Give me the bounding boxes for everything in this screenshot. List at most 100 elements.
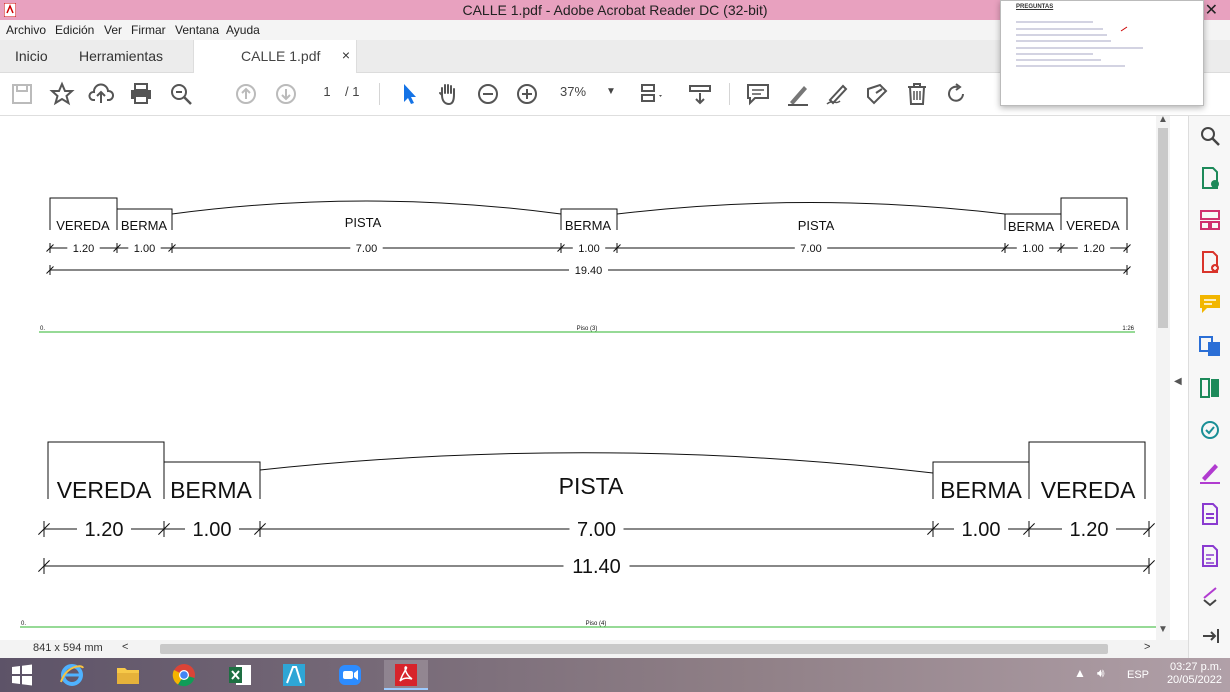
zoom-level-select[interactable]: 37% [560, 84, 586, 99]
scan-enhance-icon[interactable] [1198, 418, 1222, 442]
collapse-panel-icon[interactable] [1198, 624, 1222, 648]
menu-ventana[interactable]: Ventana [175, 23, 219, 37]
road-section-drawing: VEREDA BERMA PISTA BERMA PISTA BERMA VEREDA 1.2… [20, 197, 1160, 628]
internet-explorer-icon[interactable] [50, 660, 94, 690]
fill-sign-icon[interactable] [864, 81, 890, 107]
pista-crown [171, 200, 562, 215]
file-explorer-icon[interactable] [106, 660, 150, 690]
page-total: / 1 [345, 84, 360, 99]
fill-sign-panel-icon[interactable] [1198, 460, 1222, 484]
dimension-label: 1.00 [193, 519, 232, 541]
excel-icon[interactable] [218, 660, 262, 690]
status-bar: 841 x 594 mm < > [0, 640, 1188, 658]
menu-edicion[interactable]: Edición [55, 23, 94, 37]
dimension-label: 7.00 [577, 519, 616, 541]
zoom-search-icon[interactable] [1198, 124, 1222, 148]
bookmark-star-icon[interactable] [49, 81, 75, 107]
hand-tool-icon[interactable] [435, 81, 461, 107]
menu-archivo[interactable]: Archivo [6, 23, 46, 37]
dimension-label: 1.20 [1083, 243, 1104, 255]
search-zoom-icon[interactable] [168, 81, 194, 107]
tab-close-button[interactable]: × [342, 47, 350, 63]
tab-inicio[interactable]: Inicio [15, 48, 48, 64]
level-label: Piso (4) [586, 621, 607, 627]
scroll-thumb[interactable] [1158, 128, 1168, 328]
section-label: VEREDA [1041, 477, 1136, 503]
zoom-out-icon[interactable] [475, 81, 501, 107]
system-clock[interactable]: 03:27 p.m. 20/05/2022 [1150, 661, 1222, 687]
toolbar-divider [729, 83, 730, 105]
dimension-label: 1.00 [962, 519, 1001, 541]
next-page-icon[interactable] [273, 81, 299, 107]
optimize-pdf-icon[interactable] [1198, 544, 1222, 568]
tab-herramientas[interactable]: Herramientas [79, 48, 163, 64]
menu-ayuda[interactable]: Ayuda [226, 23, 260, 37]
section-label: VEREDA [56, 218, 110, 233]
level-label: Piso (3) [577, 326, 598, 332]
language-indicator[interactable]: ESP [1127, 669, 1149, 681]
dimension-label: 7.00 [356, 243, 377, 255]
dimension-label: 1.00 [134, 243, 155, 255]
section-label: BERMA [121, 218, 168, 233]
scroll-up-icon[interactable]: ▲ [1158, 114, 1168, 125]
scroll-right-icon[interactable]: > [1144, 641, 1150, 653]
cloud-upload-icon[interactable] [88, 81, 115, 107]
volume-icon[interactable]: 🔊︎ [1097, 666, 1105, 681]
zoom-in-icon[interactable] [514, 81, 540, 107]
zoom-app-icon[interactable] [328, 660, 372, 690]
level-scale-label: 1:26 [1122, 326, 1134, 332]
organize-pages-icon[interactable] [1198, 208, 1222, 232]
menu-firmar[interactable]: Firmar [131, 23, 166, 37]
dimension-label: 1.20 [85, 519, 124, 541]
comment-icon[interactable] [745, 81, 771, 107]
dimension-label: 1.20 [73, 243, 94, 255]
vertical-scrollbar[interactable]: ▲ ▼ [1156, 114, 1170, 640]
scroll-mode-icon[interactable] [687, 81, 713, 107]
more-tools-icon[interactable] [1198, 584, 1222, 608]
tab-document[interactable]: CALLE 1.pdf × [193, 40, 357, 73]
page-size-label: 841 x 594 mm [33, 642, 103, 654]
tray-arrow-icon[interactable]: ▲ [1074, 666, 1086, 680]
print-icon[interactable] [128, 81, 154, 107]
preview-text-lines [1016, 21, 1143, 67]
pista-crown [616, 202, 1006, 215]
clock-time: 03:27 p.m. [1170, 661, 1222, 673]
toolbar-divider [379, 83, 380, 105]
prev-page-icon[interactable] [233, 81, 259, 107]
level-left-label: 0. [40, 326, 45, 332]
protect-pdf-icon[interactable] [1198, 502, 1222, 526]
collapse-right-panel-icon[interactable]: ◀ [1174, 376, 1182, 387]
document-viewport[interactable]: VEREDA BERMA PISTA BERMA PISTA BERMA VEREDA 1.2… [0, 116, 1188, 640]
menu-ver[interactable]: Ver [104, 23, 122, 37]
window-close-button[interactable]: ✕ [1205, 0, 1218, 20]
clock-date: 20/05/2022 [1166, 674, 1222, 686]
comment-panel-icon[interactable] [1198, 292, 1222, 316]
draw-sign-icon[interactable] [824, 81, 850, 107]
pista-crown [259, 452, 934, 474]
rotate-icon[interactable] [943, 81, 969, 107]
scroll-down-icon[interactable]: ▼ [1158, 624, 1168, 635]
combine-files-icon[interactable] [1198, 334, 1222, 358]
horizontal-scroll-thumb[interactable] [160, 644, 1108, 654]
dimension-label: 11.40 [572, 556, 621, 578]
save-icon[interactable] [9, 81, 35, 107]
section-label: VEREDA [1066, 218, 1120, 233]
section-label: BERMA [1008, 219, 1055, 234]
highlight-pen-icon[interactable] [785, 81, 811, 107]
create-pdf-icon[interactable] [1198, 250, 1222, 274]
acrobat-taskbar-icon[interactable] [384, 660, 428, 690]
page-display-icon[interactable] [638, 81, 664, 107]
chevron-down-icon[interactable]: ▼ [606, 86, 616, 97]
section-label: PISTA [798, 218, 835, 233]
attachment-preview-popup: PREGUNTAS [1000, 0, 1204, 106]
compare-files-icon[interactable] [1198, 376, 1222, 400]
autocad-icon[interactable] [272, 660, 316, 690]
page-number-input[interactable]: 1 [316, 84, 338, 99]
start-button[interactable] [0, 660, 44, 690]
trash-icon[interactable] [904, 81, 930, 107]
section-label: PISTA [559, 473, 624, 499]
select-pointer-icon[interactable] [396, 81, 422, 107]
chrome-icon[interactable] [162, 660, 206, 690]
export-pdf-icon[interactable] [1198, 166, 1222, 190]
scroll-left-icon[interactable]: < [122, 641, 128, 653]
